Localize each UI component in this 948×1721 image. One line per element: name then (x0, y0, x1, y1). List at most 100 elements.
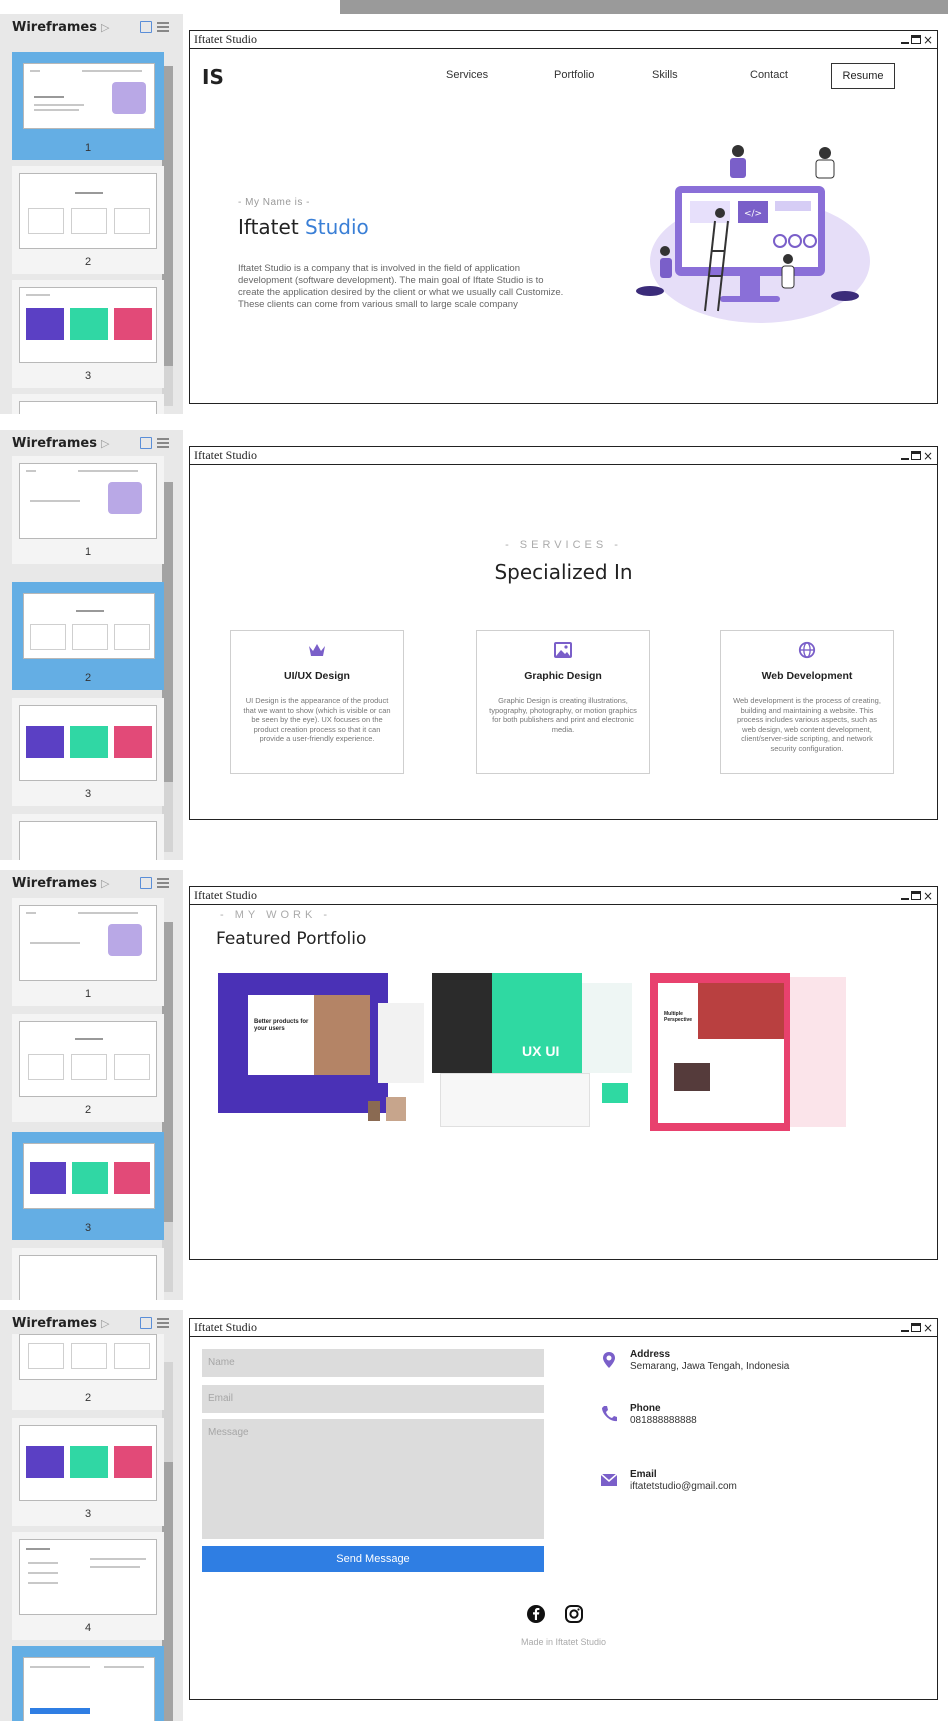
hero-title-main: Iftatet (238, 215, 299, 239)
wireframe-thumb-1[interactable]: 1 (12, 898, 164, 1006)
list-view-icon[interactable] (157, 438, 169, 448)
phone-label: Phone (630, 1403, 661, 1414)
maximize-icon[interactable] (910, 1323, 921, 1332)
collapse-arrow-icon[interactable]: ▷ (101, 437, 109, 450)
thumb-number: 2 (84, 256, 92, 268)
wireframe-thumb-4[interactable] (12, 1248, 164, 1300)
wireframe-thumb-4[interactable] (12, 394, 164, 414)
footer-credit: Made in Iftatet Studio (520, 1637, 607, 1647)
portfolio-item-2[interactable]: UX UI (432, 973, 638, 1131)
portfolio-thumb-text: Better products for your users (254, 1019, 309, 1032)
send-message-button[interactable]: Send Message (202, 1546, 544, 1572)
svg-text:</>: </> (744, 209, 762, 219)
collapse-arrow-icon[interactable]: ▷ (101, 877, 109, 890)
collapse-arrow-icon[interactable]: ▷ (101, 21, 109, 34)
instagram-icon[interactable] (564, 1604, 584, 1624)
hero-title-accent: Studio (305, 215, 369, 239)
minimize-icon[interactable] (900, 898, 909, 900)
wireframe-thumb-3[interactable]: 3 (12, 1418, 164, 1526)
grid-view-icon[interactable] (140, 877, 152, 889)
nav-skills[interactable]: Skills (652, 69, 678, 81)
thumb-number: 3 (84, 1508, 92, 1520)
thumb-number: 3 (84, 1222, 92, 1234)
email-value[interactable]: iftatetstudio@gmail.com (630, 1481, 737, 1492)
grid-view-icon[interactable] (140, 437, 152, 449)
resume-button[interactable]: Resume (831, 63, 895, 89)
wireframe-thumb-4[interactable] (12, 814, 164, 860)
minimize-icon[interactable] (900, 458, 909, 460)
service-name: Graphic Design (524, 670, 602, 682)
portfolio-item-3[interactable]: Multiple Perspective (650, 973, 848, 1131)
close-icon[interactable]: × (923, 450, 933, 462)
wireframe-thumb-2[interactable]: 2 (12, 582, 164, 690)
wireframe-thumb-5[interactable] (12, 1646, 164, 1721)
list-view-icon[interactable] (157, 1318, 169, 1328)
wireframe-thumb-3[interactable]: 3 (12, 280, 164, 388)
address-value: Semarang, Jawa Tengah, Indonesia (630, 1361, 790, 1372)
service-description: UI Design is the appearance of the produ… (243, 696, 391, 743)
wireframe-thumb-1[interactable]: 1 (12, 456, 164, 564)
collapse-arrow-icon[interactable]: ▷ (101, 1317, 109, 1330)
window-title: Iftatet Studio (194, 888, 257, 902)
phone-value: 081888888888 (630, 1415, 697, 1426)
mail-icon (600, 1473, 618, 1486)
wireframe-thumb-2[interactable]: 2 (12, 1334, 164, 1410)
email-field[interactable]: Email (202, 1385, 544, 1413)
minimize-icon[interactable] (900, 1330, 909, 1332)
screen-panel-services: Wireframes ▷ 1 2 3 Iftatet Studio × - SE… (0, 430, 948, 860)
wireframe-thumb-2[interactable]: 2 (12, 166, 164, 274)
email-label: Email (630, 1469, 657, 1480)
services-eyebrow: - SERVICES - (505, 539, 622, 551)
maximize-icon[interactable] (910, 891, 921, 900)
image-icon (554, 642, 572, 658)
wireframe-thumb-3[interactable]: 3 (12, 1132, 164, 1240)
service-description: Web development is the process of creati… (733, 696, 881, 753)
browser-window: Iftatet Studio × - SERVICES - Specialize… (189, 446, 938, 820)
service-card-uiux[interactable]: UI/UX Design UI Design is the appearance… (230, 630, 404, 774)
service-card-graphic[interactable]: Graphic Design Graphic Design is creatin… (476, 630, 650, 774)
wireframes-sidebar: Wireframes ▷ 1 2 3 (0, 870, 183, 1300)
portfolio-thumb-text: Multiple Perspective (664, 1011, 693, 1023)
wireframe-thumb-1[interactable]: 1 (12, 52, 164, 160)
window-titlebar: Iftatet Studio × (190, 1319, 937, 1337)
service-card-web[interactable]: Web Development Web development is the p… (720, 630, 894, 774)
sidebar-title: Wireframes (12, 875, 97, 891)
window-title: Iftatet Studio (194, 32, 257, 46)
close-icon[interactable]: × (923, 890, 933, 902)
wireframe-thumb-3[interactable]: 3 (12, 698, 164, 806)
window-title: Iftatet Studio (194, 448, 257, 462)
portfolio-thumb-text: UX UI (522, 1043, 560, 1059)
maximize-icon[interactable] (910, 35, 921, 44)
site-logo[interactable]: IS (202, 65, 224, 89)
name-field[interactable]: Name (202, 1349, 544, 1377)
close-icon[interactable]: × (923, 1322, 933, 1334)
nav-portfolio[interactable]: Portfolio (554, 69, 594, 81)
thumb-number: 2 (84, 672, 92, 684)
phone-icon (602, 1406, 617, 1422)
wireframe-thumb-4[interactable]: 4 (12, 1532, 164, 1640)
thumb-number: 3 (84, 370, 92, 382)
wireframe-thumb-2[interactable]: 2 (12, 1014, 164, 1122)
close-icon[interactable]: × (923, 34, 933, 46)
list-view-icon[interactable] (157, 878, 169, 888)
minimize-icon[interactable] (900, 42, 909, 44)
sidebar-title: Wireframes (12, 1315, 97, 1331)
thumb-number: 2 (84, 1392, 92, 1404)
address-label: Address (630, 1349, 671, 1360)
sidebar-title: Wireframes (12, 435, 97, 451)
maximize-icon[interactable] (910, 451, 921, 460)
nav-contact[interactable]: Contact (750, 69, 788, 81)
facebook-icon[interactable] (526, 1604, 546, 1624)
message-field[interactable]: Message (202, 1419, 544, 1539)
sidebar-header: Wireframes ▷ (0, 14, 183, 40)
nav-services[interactable]: Services (446, 69, 488, 81)
grid-view-icon[interactable] (140, 1317, 152, 1329)
portfolio-item-1[interactable]: Better products for your users (218, 973, 432, 1131)
browser-window: Iftatet Studio × IS Services Portfolio S… (189, 30, 938, 404)
screen-panel-home: Wireframes ▷ 1 2 3 Iftatet Studio × IS S… (0, 14, 948, 414)
list-view-icon[interactable] (157, 22, 169, 32)
sidebar-header: Wireframes ▷ (0, 870, 183, 896)
service-name: UI/UX Design (284, 670, 350, 682)
top-scroll-strip (340, 0, 948, 14)
grid-view-icon[interactable] (140, 21, 152, 33)
